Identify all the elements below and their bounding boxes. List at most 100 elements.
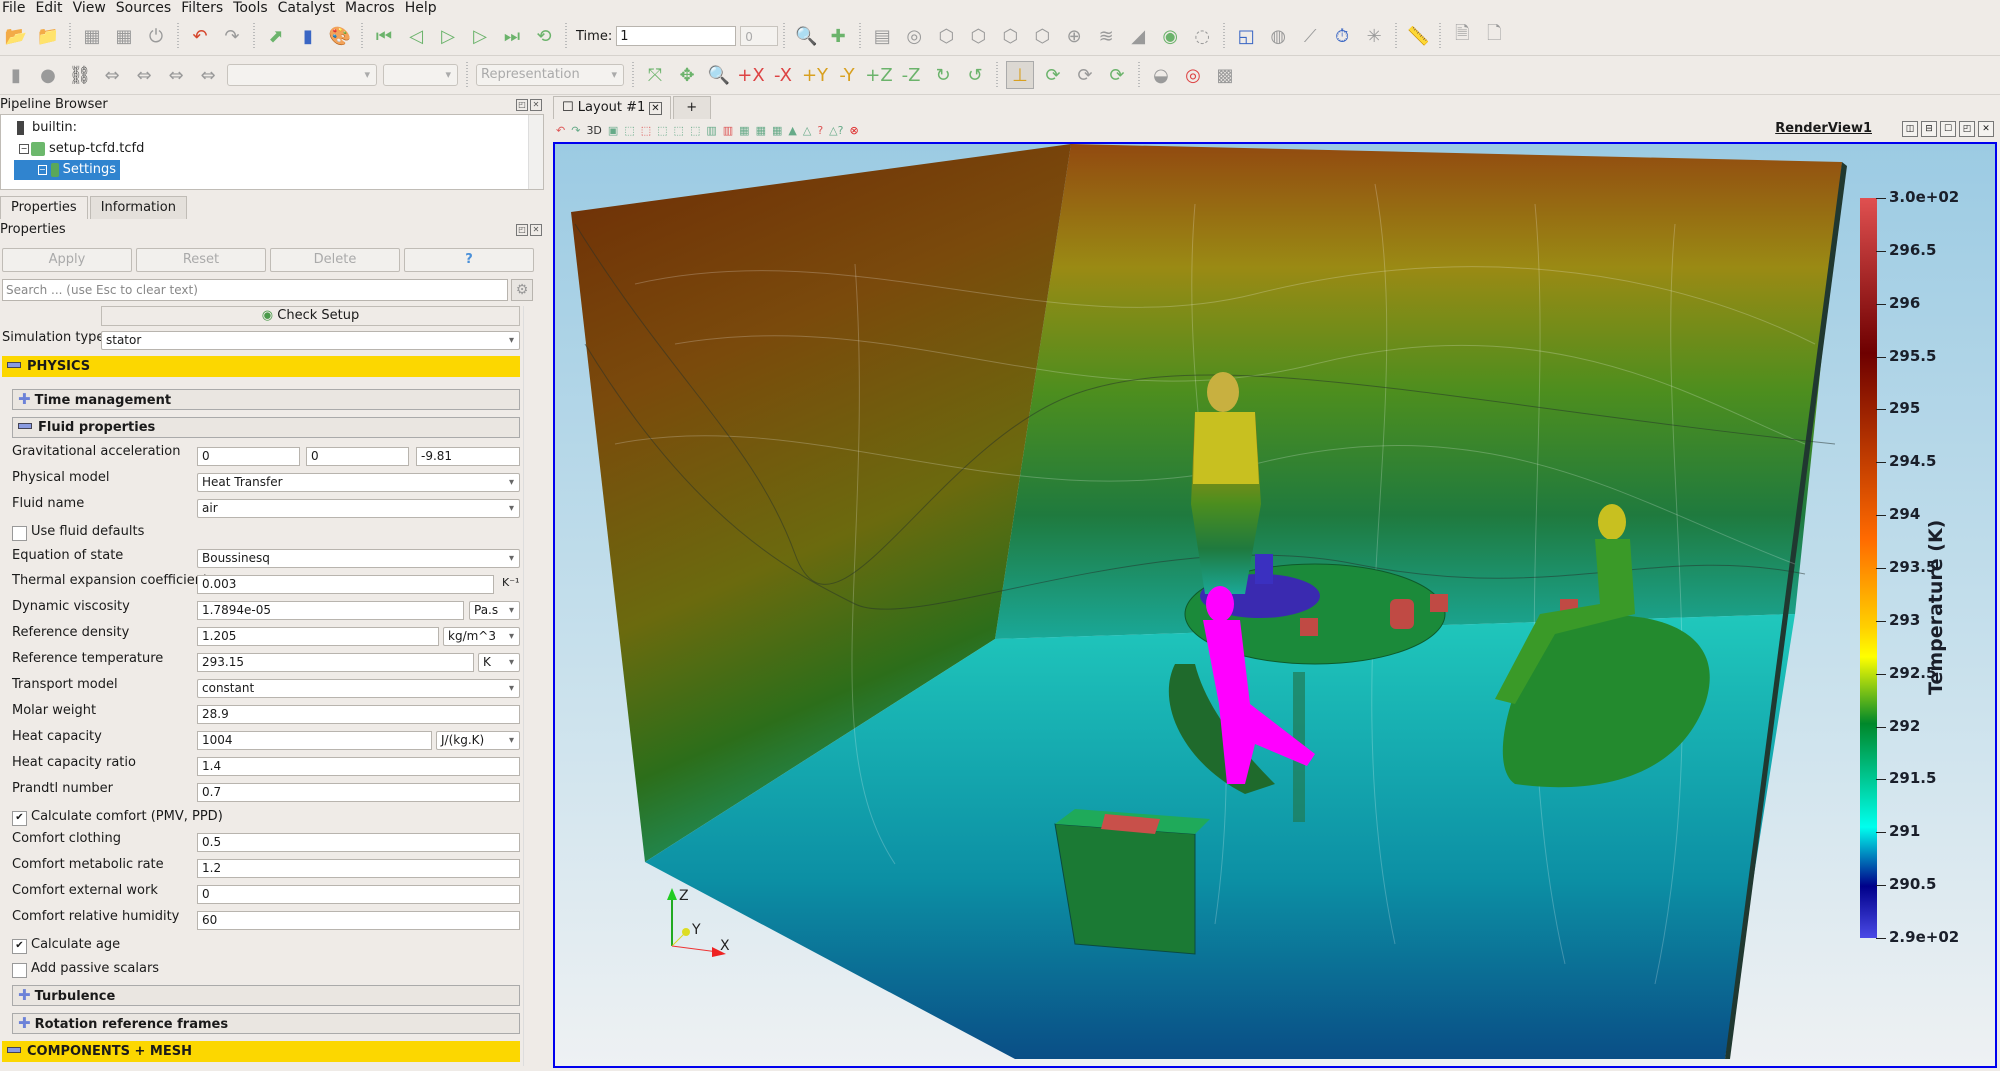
float-icon[interactable]: ◰ — [1959, 121, 1975, 137]
menu-file[interactable]: File — [0, 0, 32, 16]
undo-camera-icon[interactable]: ↶ — [556, 124, 565, 137]
loop-icon[interactable]: ⟲ — [531, 23, 557, 49]
link-camera-icon[interactable]: ⛓ — [67, 62, 93, 88]
clip-filter-icon[interactable]: ⬡ — [933, 23, 959, 49]
physical-model-dropdown[interactable]: Heat Transfer — [197, 473, 520, 492]
menu-edit[interactable]: Edit — [32, 0, 69, 16]
delete-button[interactable]: Delete — [270, 248, 400, 272]
grav-y-input[interactable]: 0 — [306, 447, 409, 466]
ref-density-unit-dropdown[interactable]: kg/m^3 — [443, 627, 520, 646]
select-frustum-icon[interactable]: ⬚ — [657, 124, 667, 137]
probe-icon[interactable]: ✳ — [1361, 23, 1387, 49]
heat-cap-input[interactable]: 1004 — [197, 731, 432, 750]
view-minus-z-icon[interactable]: -Z — [898, 62, 924, 88]
rotation-frames-group[interactable]: ✚ Rotation reference frames — [12, 1013, 520, 1034]
slice-filter-icon[interactable]: ⬡ — [965, 23, 991, 49]
plot-over-time-icon[interactable]: ⏱ — [1329, 23, 1355, 49]
comfort-rh-input[interactable]: 60 — [197, 911, 520, 930]
zoom-to-box-icon[interactable]: 🔍 — [706, 62, 732, 88]
collapse-icon[interactable]: − — [19, 144, 29, 154]
view-plus-z-icon[interactable]: +Z — [865, 62, 892, 88]
rotate-plus-90-icon[interactable]: ↻ — [930, 62, 956, 88]
load-state-icon[interactable]: 📁 — [35, 23, 61, 49]
properties-scrollbar[interactable] — [523, 306, 536, 1066]
menu-catalyst[interactable]: Catalyst — [275, 0, 342, 16]
view-minus-x-icon[interactable]: -X — [770, 62, 796, 88]
representation-dropdown[interactable]: Representation — [476, 64, 624, 86]
next-frame-icon[interactable]: ▷ — [467, 23, 493, 49]
color-by-dropdown[interactable] — [227, 64, 377, 86]
menu-tools[interactable]: Tools — [230, 0, 275, 16]
warp-vector-icon[interactable]: ◢ — [1125, 23, 1151, 49]
dyn-visc-input[interactable]: 1.7894e-05 — [197, 601, 464, 620]
center-axes-visibility-icon[interactable]: ⊥ — [1006, 61, 1034, 89]
play-icon[interactable]: ▷ — [435, 23, 461, 49]
glyph-filter-icon[interactable]: ⊕ — [1061, 23, 1087, 49]
group-datasets-icon[interactable]: ◉ — [1157, 23, 1183, 49]
color-map-editor-icon[interactable]: ▮ — [295, 23, 321, 49]
fluid-name-dropdown[interactable]: air — [197, 499, 520, 518]
interactive-rotate-icon[interactable]: ⟳ — [1104, 62, 1130, 88]
first-frame-icon[interactable]: ⏮ — [371, 23, 397, 49]
view-minus-y-icon[interactable]: -Y — [834, 62, 860, 88]
disconnect-icon[interactable]: ▦ — [111, 23, 137, 49]
pick-center-icon[interactable]: ⟳ — [1072, 62, 1098, 88]
select-cells-through-icon[interactable]: ⬚ — [674, 124, 684, 137]
select-polygon-cells-icon[interactable]: ▥ — [706, 124, 716, 137]
clear-selection-icon[interactable]: ⊗ — [849, 124, 858, 137]
fluid-properties-group[interactable]: Fluid properties — [12, 417, 520, 438]
threshold-filter-icon[interactable]: ⬡ — [997, 23, 1023, 49]
calculator-filter-icon[interactable]: ▤ — [869, 23, 895, 49]
extract-level-icon[interactable]: ◌ — [1189, 23, 1215, 49]
hover-points-icon[interactable]: ▦ — [772, 124, 782, 137]
connect-icon[interactable]: ▦ — [79, 23, 105, 49]
ref-temp-input[interactable]: 293.15 — [197, 653, 474, 672]
tab-information[interactable]: Information — [89, 196, 187, 219]
hover-cell-query-icon[interactable]: △? — [829, 124, 843, 137]
components-mesh-section-header[interactable]: COMPONENTS + MESH — [2, 1041, 520, 1062]
auto-apply-icon[interactable]: ⏻ — [143, 23, 169, 49]
surface-lic-icon[interactable]: ◒ — [1148, 62, 1174, 88]
palette-icon[interactable]: 🎨 — [327, 23, 353, 49]
select-points-through-icon[interactable]: ⬚ — [690, 124, 700, 137]
toggle-visibility-icon[interactable]: ▮ — [3, 62, 29, 88]
simulation-type-dropdown[interactable]: stator — [101, 331, 520, 350]
previous-frame-icon[interactable]: ◁ — [403, 23, 429, 49]
rescale-temporal-icon[interactable]: ⇔ — [163, 62, 189, 88]
comfort-clothing-input[interactable]: 0.5 — [197, 833, 520, 852]
reset-camera-closest-icon[interactable]: ✥ — [674, 62, 700, 88]
advanced-settings-gear-icon[interactable]: ⚙ — [511, 279, 533, 301]
select-points-icon[interactable]: ⬚ — [641, 124, 651, 137]
reset-camera-icon[interactable]: ⤧ — [642, 62, 668, 88]
grav-x-input[interactable]: 0 — [197, 447, 300, 466]
extract-subset-icon[interactable]: ⬡ — [1029, 23, 1055, 49]
render-view-name[interactable]: RenderView1 — [1775, 121, 1872, 136]
transport-dropdown[interactable]: constant — [197, 679, 520, 698]
apply-button[interactable]: Apply — [2, 248, 132, 272]
menu-view[interactable]: View — [70, 0, 113, 16]
component-dropdown[interactable] — [383, 64, 458, 86]
select-polygon-points-icon[interactable]: ▥ — [723, 124, 733, 137]
grow-selection-icon[interactable]: △ — [803, 124, 811, 137]
split-vertical-icon[interactable]: ⊟ — [1921, 121, 1937, 137]
color-wheel-icon[interactable]: ◎ — [1180, 62, 1206, 88]
properties-search-input[interactable]: Search ... (use Esc to clear text) — [2, 279, 508, 301]
plot-data-icon[interactable]: ⟋ — [1297, 23, 1323, 49]
add-selection-icon[interactable]: ✚ — [825, 23, 851, 49]
color-legend-icon[interactable]: ● — [35, 62, 61, 88]
comfort-met-input[interactable]: 1.2 — [197, 859, 520, 878]
close-tab-icon[interactable]: ✕ — [649, 102, 662, 115]
time-management-group[interactable]: ✚ Time management — [12, 389, 520, 410]
hover-cells-icon[interactable]: ▲ — [788, 124, 796, 137]
dyn-visc-unit-dropdown[interactable]: Pa.s — [469, 601, 520, 620]
reset-center-icon[interactable]: ⟳ — [1040, 62, 1066, 88]
pipeline-item-settings[interactable]: − Settings — [14, 160, 120, 180]
eos-dropdown[interactable]: Boussinesq — [197, 549, 520, 568]
float-icon[interactable]: ◰ — [516, 224, 528, 236]
passive-scalars-checkbox[interactable] — [12, 963, 27, 978]
use-fluid-defaults-checkbox[interactable] — [12, 526, 27, 541]
view-plus-x-icon[interactable]: +X — [737, 62, 764, 88]
undo-icon[interactable]: ↶ — [187, 23, 213, 49]
rotate-minus-90-icon[interactable]: ↺ — [962, 62, 988, 88]
close-icon[interactable]: ✕ — [530, 224, 542, 236]
